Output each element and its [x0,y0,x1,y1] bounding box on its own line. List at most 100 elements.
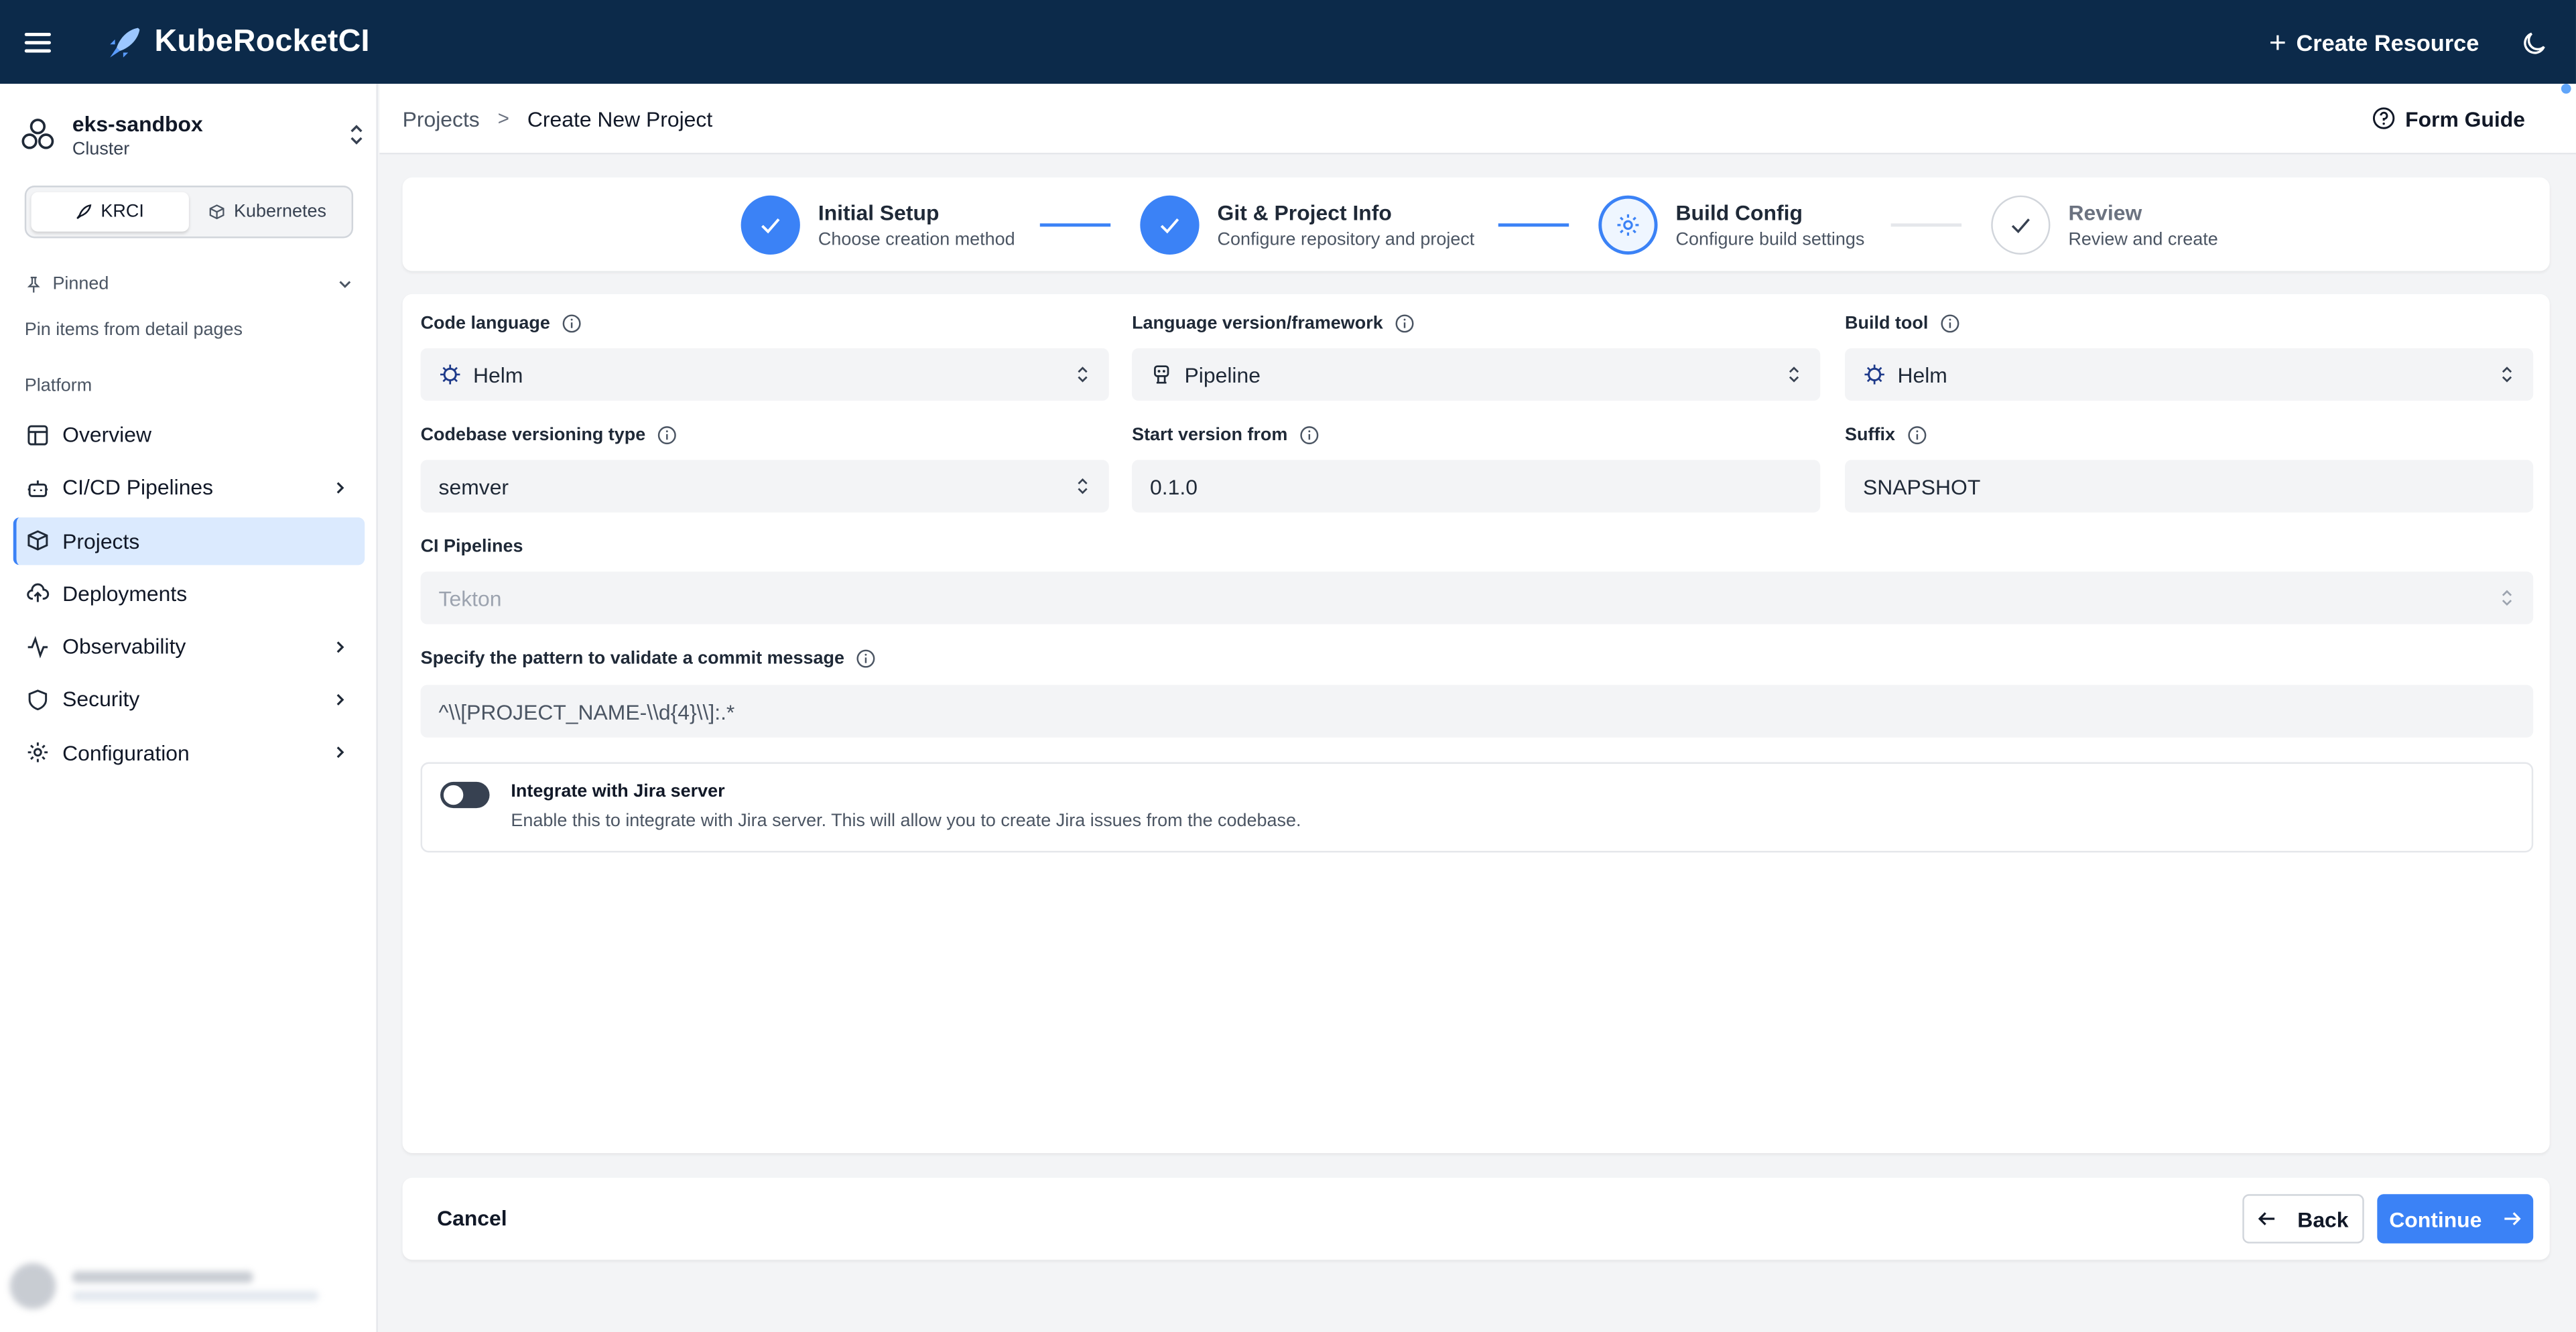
nav-section-label: Platform [24,376,92,396]
segment-krci[interactable]: KRCI [31,192,189,232]
check-icon [1160,218,1179,234]
chevrons-up-down-icon [1789,367,1799,383]
info-icon[interactable] [1299,425,1319,445]
versioning-type-select[interactable]: semver [420,460,1109,513]
start-version-label-text: Start version from [1132,425,1288,446]
step-connector [1039,223,1111,227]
sidebar-item-observability[interactable]: Observability [13,623,365,671]
build-tool-label: Build tool [1845,314,1959,334]
back-button[interactable]: Back [2242,1194,2364,1244]
menu-icon[interactable] [24,31,51,52]
chevron-right-icon: > [497,107,509,130]
cluster-label: Cluster [72,139,130,159]
sidebar-item-configuration[interactable]: Configuration [13,729,365,777]
continue-button[interactable]: Continue [2377,1194,2534,1244]
step-title: Git & Project Info [1217,200,1392,225]
versioning-type-value: semver [438,474,509,499]
chevrons-up-down-icon [1078,478,1088,494]
chevron-right-icon [336,746,344,758]
segment-kubernetes[interactable]: Kubernetes [189,192,346,232]
sidebar: eks-sandbox Cluster KRCI Kubernetes Pinn… [0,84,378,1332]
step-review[interactable]: Review Review and create [1991,195,2218,255]
plus-icon: + [2269,25,2287,59]
helm-icon [440,364,460,385]
sidebar-item-overview[interactable]: Overview [13,411,365,458]
sidebar-item-label: Deployments [62,581,188,606]
box-icon [27,530,48,551]
step-build-config[interactable]: Build Config Configure build settings [1598,195,1865,255]
arrow-left-icon [2258,1212,2276,1225]
info-icon[interactable] [1940,314,1959,333]
gear-icon [27,742,48,763]
arrow-right-icon [2504,1212,2520,1225]
info-icon[interactable] [657,425,676,445]
build-tool-select[interactable]: Helm [1845,348,2534,401]
pipeline-robot-icon [1154,365,1169,384]
start-version-input[interactable]: 0.1.0 [1132,460,1821,513]
sidebar-item-label: Observability [62,634,186,659]
breadcrumb-projects-link[interactable]: Projects [403,106,480,131]
sidebar-item-deployments[interactable]: Deployments [13,570,365,617]
info-icon[interactable] [562,314,581,333]
user-account[interactable] [9,1256,365,1315]
versioning-type-label: Codebase versioning type [421,425,677,445]
pinned-label: Pinned [52,274,109,294]
jira-integration-toggle[interactable] [440,781,490,809]
language-version-select[interactable]: Pipeline [1132,348,1821,401]
cluster-name: eks-sandbox [72,111,203,136]
form-footer: Cancel Back Continue [402,1177,2550,1260]
step-initial-setup[interactable]: Initial Setup Choose creation method [740,195,1015,255]
jira-integration-description: Enable this to integrate with Jira serve… [511,811,1301,831]
info-icon[interactable] [1907,425,1926,445]
versioning-type-label-text: Codebase versioning type [420,425,646,446]
cube-icon [210,204,225,220]
pinned-section-toggle[interactable]: Pinned [25,274,353,294]
cloud-upload-icon [27,584,50,603]
chevron-right-icon [336,693,344,706]
cluster-icon [21,119,54,149]
ci-pipelines-label: CI Pipelines [421,537,523,557]
sidebar-item-label: Security [62,687,140,712]
step-done-indicator [740,195,800,255]
activity-icon [27,635,48,658]
cluster-switcher[interactable]: eks-sandbox Cluster [19,107,365,162]
commit-pattern-value: ^\\[PROJECT_NAME-\\d{4}\\]:.* [438,699,735,724]
language-version-label-text: Language version/framework [1132,314,1383,334]
step-title: Review [2068,200,2142,225]
step-done-indicator [1140,195,1200,255]
info-icon[interactable] [856,649,875,668]
cancel-button[interactable]: Cancel [437,1205,507,1230]
code-language-value: Helm [473,362,523,387]
bot-icon [27,480,48,497]
rocket-logo-icon [110,27,140,57]
commit-pattern-input[interactable]: ^\\[PROJECT_NAME-\\d{4}\\]:.* [420,685,2534,738]
code-language-select[interactable]: Helm [420,348,1109,401]
app-logo[interactable]: KubeRocketCI [105,22,370,62]
form-guide-button[interactable]: Form Guide [2372,82,2571,131]
chevrons-up-down-icon [1078,367,1088,383]
sidebar-item-label: Configuration [62,740,190,765]
step-subtitle: Review and create [2068,230,2218,250]
sidebar-item-label: Overview [62,422,151,447]
breadcrumb: Projects > Create New Project Form Guide [379,82,2576,155]
step-current-indicator [1598,195,1658,255]
check-icon [761,218,780,234]
step-subtitle: Configure build settings [1675,230,1865,250]
mode-toggle: KRCI Kubernetes [24,186,354,239]
sidebar-item-security[interactable]: Security [13,676,365,724]
helm-icon [1864,364,1884,385]
moon-icon[interactable] [2522,29,2548,55]
create-resource-label: Create Resource [2296,28,2480,56]
sidebar-item-projects[interactable]: Projects [13,517,365,565]
notification-dot [2561,82,2571,93]
wizard-stepper: Initial Setup Choose creation method Git… [402,177,2550,271]
suffix-input[interactable]: SNAPSHOT [1845,460,2534,513]
sidebar-item-cicd-pipelines[interactable]: CI/CD Pipelines [13,464,365,511]
start-version-value: 0.1.0 [1150,474,1198,499]
create-resource-button[interactable]: + Create Resource [2269,27,2479,56]
info-icon[interactable] [1395,314,1414,333]
commit-pattern-label-text: Specify the pattern to validate a commit… [420,649,845,669]
step-git-project-info[interactable]: Git & Project Info Configure repository … [1140,195,1474,255]
commit-pattern-label: Specify the pattern to validate a commit… [420,649,876,669]
continue-label: Continue [2389,1206,2482,1231]
